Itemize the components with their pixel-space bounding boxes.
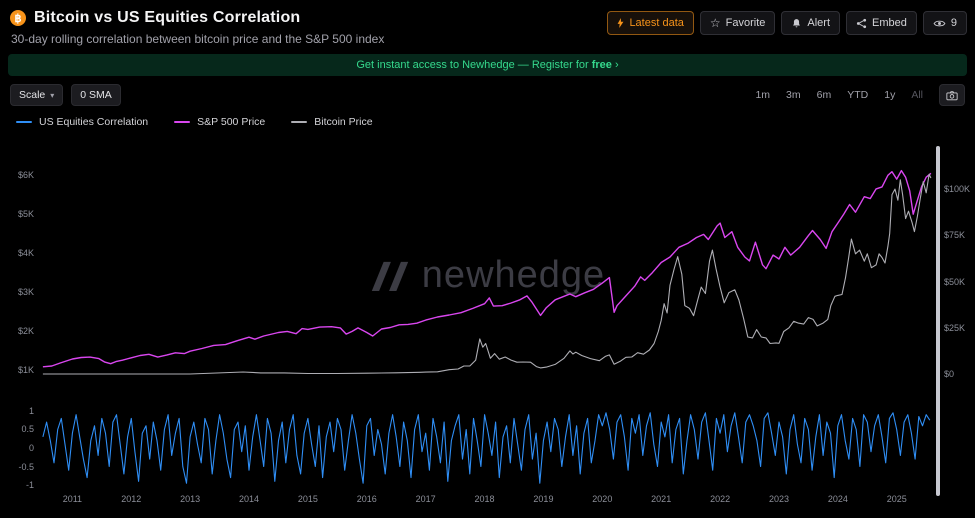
promo-banner[interactable]: Get instant access to Newhedge — Registe…	[8, 54, 967, 76]
scale-label: Scale	[19, 89, 45, 101]
favorite-label: Favorite	[726, 17, 766, 29]
legend-label: S&P 500 Price	[197, 116, 265, 128]
scale-dropdown[interactable]: Scale ▾	[10, 84, 63, 106]
sub-axis-tick: 0.5	[0, 424, 34, 434]
alert-label: Alert	[807, 17, 830, 29]
sub-axis-tick: -0.5	[0, 462, 34, 472]
range-1y-button[interactable]: 1y	[876, 86, 903, 104]
bitcoin-swatch	[291, 121, 307, 123]
range-ytd-button[interactable]: YTD	[839, 86, 876, 104]
x-axis-tick: 2023	[763, 494, 795, 504]
chart-toolbar: Scale ▾ 0 SMA 1m3m6mYTD1yAll	[0, 84, 975, 106]
s-p-500-price-line	[43, 171, 931, 367]
range-6m-button[interactable]: 6m	[809, 86, 840, 104]
views-button[interactable]: 9	[923, 11, 967, 35]
sub-axis-tick: 1	[0, 406, 34, 416]
legend-item-bitcoin[interactable]: Bitcoin Price	[291, 116, 372, 128]
legend-label: US Equities Correlation	[39, 116, 148, 128]
left-axis-tick: $2K	[0, 326, 34, 336]
x-axis-tick: 2020	[586, 494, 618, 504]
embed-button[interactable]: Embed	[846, 11, 917, 35]
banner-arrow: ›	[615, 59, 619, 71]
star-icon: ☆	[710, 17, 721, 29]
x-axis-tick: 2015	[292, 494, 324, 504]
right-axis-tick: $0	[944, 369, 954, 379]
bitcoin-price-line	[43, 174, 931, 374]
x-axis-tick: 2022	[704, 494, 736, 504]
bell-icon	[791, 18, 802, 29]
right-axis-tick: $25K	[944, 323, 965, 333]
sp500-swatch	[174, 121, 190, 123]
favorite-button[interactable]: ☆ Favorite	[700, 11, 776, 35]
x-axis-tick: 2012	[115, 494, 147, 504]
correlation-swatch	[16, 121, 32, 123]
chevron-down-icon: ▾	[50, 91, 54, 100]
legend-label: Bitcoin Price	[314, 116, 372, 128]
header: ฿ Bitcoin vs US Equities Correlation 30-…	[0, 0, 975, 46]
header-actions: Latest data ☆ Favorite Alert Embed 9	[607, 11, 967, 35]
range-1m-button[interactable]: 1m	[747, 86, 778, 104]
bitcoin-icon: ฿	[10, 10, 26, 26]
x-axis-tick: 2013	[174, 494, 206, 504]
main-chart[interactable]	[40, 148, 935, 396]
x-axis-tick: 2025	[881, 494, 913, 504]
left-axis-tick: $3K	[0, 287, 34, 297]
views-count: 9	[951, 17, 957, 29]
x-axis-tick: 2016	[351, 494, 383, 504]
left-axis-tick: $5K	[0, 209, 34, 219]
x-axis-tick: 2024	[822, 494, 854, 504]
sma-button[interactable]: 0 SMA	[71, 84, 121, 106]
left-axis-tick: $6K	[0, 170, 34, 180]
page: ฿ Bitcoin vs US Equities Correlation 30-…	[0, 0, 975, 518]
chart-area: newhedge $6K$5K$4K$3K$2K$1K$100K$75K$50K…	[0, 138, 975, 510]
banner-free-label: free	[592, 59, 612, 71]
range-all-button[interactable]: All	[903, 86, 931, 104]
correlation-chart[interactable]	[40, 408, 935, 488]
x-axis-tick: 2014	[233, 494, 265, 504]
left-axis-tick: $1K	[0, 365, 34, 375]
alert-button[interactable]: Alert	[781, 11, 840, 35]
right-axis-tick: $50K	[944, 277, 965, 287]
left-axis-tick: $4K	[0, 248, 34, 258]
page-subtitle: 30-day rolling correlation between bitco…	[11, 32, 384, 46]
share-icon	[856, 18, 867, 29]
sub-axis-tick: 0	[0, 443, 34, 453]
latest-data-button[interactable]: Latest data	[607, 11, 693, 35]
x-axis-tick: 2017	[410, 494, 442, 504]
screenshot-button[interactable]	[939, 84, 965, 106]
page-title: Bitcoin vs US Equities Correlation	[34, 9, 300, 27]
legend-item-correlation[interactable]: US Equities Correlation	[16, 116, 148, 128]
right-axis-tick: $100K	[944, 184, 970, 194]
chart-scrollbar[interactable]	[936, 146, 940, 496]
correlation-line	[43, 413, 930, 483]
x-axis-tick: 2019	[527, 494, 559, 504]
range-3m-button[interactable]: 3m	[778, 86, 809, 104]
legend-item-sp500[interactable]: S&P 500 Price	[174, 116, 265, 128]
banner-text: Get instant access to Newhedge — Registe…	[356, 59, 591, 71]
x-axis-tick: 2018	[469, 494, 501, 504]
sub-axis-tick: -1	[0, 480, 34, 490]
latest-data-label: Latest data	[629, 17, 683, 29]
sma-label: 0 SMA	[80, 89, 112, 101]
header-titles: ฿ Bitcoin vs US Equities Correlation 30-…	[10, 9, 384, 46]
camera-icon	[946, 90, 958, 101]
chart-legend: US Equities Correlation S&P 500 Price Bi…	[0, 116, 975, 128]
right-axis-tick: $75K	[944, 230, 965, 240]
range-selector: 1m3m6mYTD1yAll	[747, 84, 965, 106]
embed-label: Embed	[872, 17, 907, 29]
lightning-icon	[617, 18, 624, 28]
eye-icon	[933, 19, 946, 28]
x-axis-tick: 2011	[56, 494, 88, 504]
x-axis-tick: 2021	[645, 494, 677, 504]
